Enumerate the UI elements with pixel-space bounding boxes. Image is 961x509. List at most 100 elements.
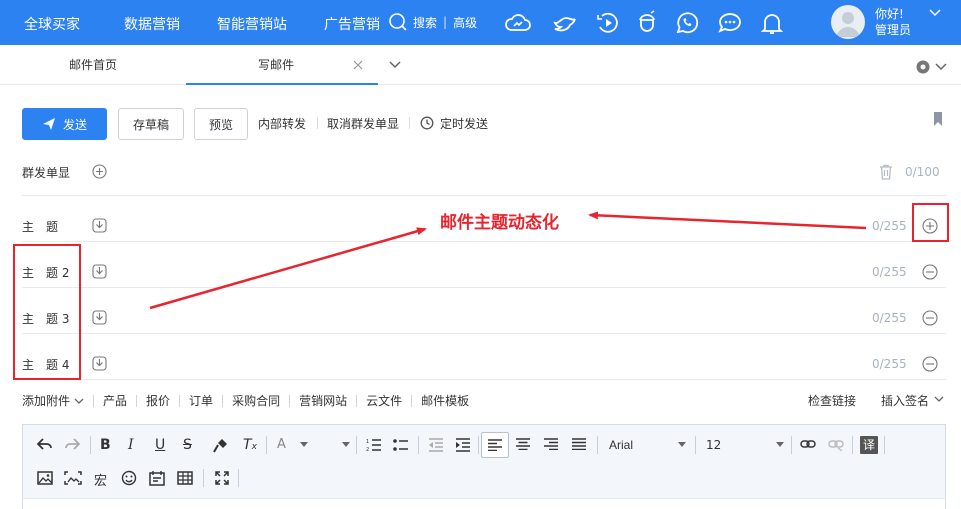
chevron-down-icon[interactable] xyxy=(300,442,308,448)
toolbar-divider xyxy=(597,436,598,454)
chevron-down-icon[interactable] xyxy=(678,442,686,448)
nav-search[interactable]: 搜索 | 高级 xyxy=(388,12,477,32)
tab-mail-home[interactable]: 邮件首页 xyxy=(69,45,117,85)
insert-variable-icon[interactable] xyxy=(92,218,107,233)
divider xyxy=(136,394,138,407)
cloud-icon[interactable] xyxy=(504,9,532,37)
divider xyxy=(317,117,318,129)
chat-bubble-icon[interactable] xyxy=(716,9,744,37)
table-icon[interactable] xyxy=(177,471,193,485)
cloud-file-link[interactable]: 云文件 xyxy=(366,392,402,409)
format-painter-icon[interactable] xyxy=(213,437,229,453)
nav-item-data-marketing[interactable]: 数据营销 xyxy=(124,14,180,34)
advanced-search-link[interactable]: 高级 xyxy=(453,14,477,31)
tab-compose[interactable]: 写邮件 xyxy=(258,45,294,85)
nav-item-smart-marketing[interactable]: 智能营销站 xyxy=(217,14,287,34)
scheduled-send-link[interactable]: 定时发送 xyxy=(440,115,488,132)
quote-link[interactable]: 报价 xyxy=(146,392,170,409)
acorn-icon[interactable] xyxy=(633,9,661,37)
save-draft-button[interactable]: 存草稿 xyxy=(118,108,184,140)
row-divider xyxy=(22,333,946,334)
align-justify-icon[interactable] xyxy=(572,438,586,450)
chevron-down-icon[interactable] xyxy=(935,62,947,72)
font-color-icon[interactable]: A xyxy=(277,437,286,452)
toolbar-divider xyxy=(266,436,267,454)
font-size-select[interactable]: 12 xyxy=(706,438,721,452)
image-icon[interactable] xyxy=(37,471,53,485)
emoji-icon[interactable] xyxy=(121,470,137,486)
remove-circle-icon[interactable] xyxy=(922,356,938,372)
toolbar-divider xyxy=(791,436,792,454)
link-icon[interactable] xyxy=(800,439,816,449)
remove-circle-icon[interactable] xyxy=(922,264,938,280)
bookmark-icon[interactable] xyxy=(932,111,944,127)
fullscreen-icon[interactable] xyxy=(215,471,229,485)
indent-icon[interactable] xyxy=(455,438,471,452)
translate-icon[interactable]: 译 xyxy=(860,436,878,454)
preview-button[interactable]: 预览 xyxy=(194,108,248,140)
whatsapp-icon[interactable] xyxy=(673,9,701,37)
strikethrough-icon[interactable]: S xyxy=(183,437,192,453)
tab-bar: 邮件首页 写邮件 xyxy=(0,45,961,85)
font-family-select[interactable]: Arial xyxy=(609,438,633,452)
chevron-down-icon[interactable] xyxy=(929,8,941,18)
recipient-count: 0/100 xyxy=(905,165,940,179)
bell-icon[interactable] xyxy=(758,9,786,37)
purchase-contract-link[interactable]: 采购合同 xyxy=(232,392,280,409)
chevron-down-icon[interactable] xyxy=(934,395,944,403)
greeting-text: 你好! xyxy=(875,7,904,21)
screenshot-icon[interactable] xyxy=(64,471,82,485)
redo-icon[interactable] xyxy=(64,437,80,451)
nav-item-global-buyers[interactable]: 全球买家 xyxy=(24,14,80,34)
align-right-icon[interactable] xyxy=(544,438,558,450)
search-label[interactable]: 搜索 xyxy=(413,14,437,31)
annotation-box-labels xyxy=(13,244,81,380)
template-icon[interactable] xyxy=(149,470,165,486)
editor-body[interactable] xyxy=(22,498,946,509)
insert-variable-icon[interactable] xyxy=(92,356,107,371)
mail-template-link[interactable]: 邮件模板 xyxy=(421,392,469,409)
cancel-group-single-link[interactable]: 取消群发单显 xyxy=(327,115,399,132)
check-links-button[interactable]: 检查链接 xyxy=(808,392,856,409)
align-center-icon[interactable] xyxy=(516,438,530,450)
gear-icon[interactable] xyxy=(915,59,931,75)
row-divider xyxy=(22,287,946,288)
marketing-site-link[interactable]: 营销网站 xyxy=(299,392,347,409)
add-attachment-link[interactable]: 添加附件 xyxy=(22,392,70,409)
trash-icon[interactable] xyxy=(879,164,893,180)
chevron-down-icon[interactable] xyxy=(74,397,84,405)
play-cycle-icon[interactable] xyxy=(594,9,622,37)
username-text: 管理员 xyxy=(875,23,912,37)
outdent-icon[interactable] xyxy=(428,438,444,452)
internal-forward-link[interactable]: 内部转发 xyxy=(258,115,306,132)
bullet-list-icon[interactable] xyxy=(393,438,409,452)
close-icon[interactable] xyxy=(352,59,364,71)
chevron-down-icon[interactable] xyxy=(776,442,784,448)
unlink-icon[interactable] xyxy=(828,439,844,451)
underline-icon[interactable]: U xyxy=(155,437,165,453)
insert-variable-icon[interactable] xyxy=(92,310,107,325)
nav-item-ad-marketing[interactable]: 广告营销 xyxy=(324,14,380,34)
user-greeting[interactable]: 你好! 管理员 xyxy=(875,6,911,38)
insert-signature-button[interactable]: 插入签名 xyxy=(881,392,929,409)
order-link[interactable]: 订单 xyxy=(189,392,213,409)
send-button[interactable]: 发送 xyxy=(22,108,107,140)
ordered-list-icon[interactable]: 12 xyxy=(366,438,382,452)
annotation-text: 邮件主题动态化 xyxy=(440,213,559,233)
align-left-button[interactable] xyxy=(481,432,509,458)
italic-icon[interactable]: I xyxy=(128,437,134,453)
undo-icon[interactable] xyxy=(37,437,53,451)
chevron-down-icon[interactable] xyxy=(342,442,350,448)
remove-circle-icon[interactable] xyxy=(922,310,938,326)
add-circle-icon[interactable] xyxy=(92,164,107,179)
top-nav: 全球买家 数据营销 智能营销站 广告营销 搜索 | 高级 你好! 管理员 xyxy=(0,0,961,45)
macro-icon[interactable]: 宏 xyxy=(94,470,107,489)
clear-format-icon[interactable]: Tx xyxy=(243,437,257,453)
insert-variable-icon[interactable] xyxy=(92,264,107,279)
toolbar-divider xyxy=(478,436,479,454)
product-link[interactable]: 产品 xyxy=(103,392,127,409)
bold-icon[interactable]: B xyxy=(100,437,111,453)
avatar[interactable] xyxy=(831,5,865,39)
bird-icon[interactable] xyxy=(551,9,579,37)
chevron-down-icon[interactable] xyxy=(388,59,402,71)
